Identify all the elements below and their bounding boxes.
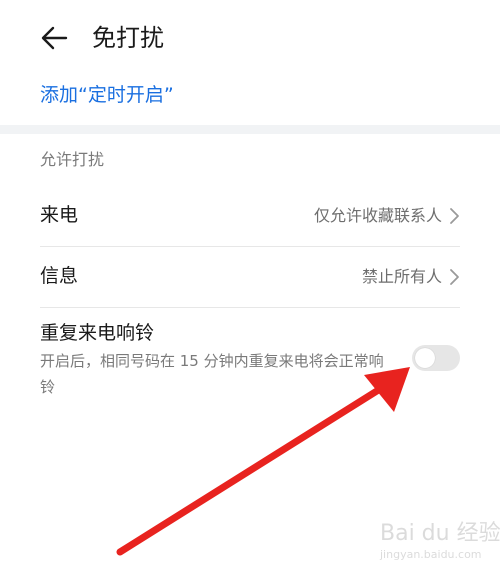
- chevron-right-icon: [450, 269, 459, 285]
- page-title: 免打扰: [92, 24, 164, 52]
- header: 免打扰: [0, 0, 500, 76]
- watermark-logo: Bai du 经验: [380, 521, 500, 546]
- row-divider: [40, 307, 460, 308]
- repeat-call-title: 重复来电响铃: [40, 322, 155, 344]
- section-label-allow-interruptions: 允许打扰: [40, 150, 105, 169]
- messages-label: 信息: [40, 265, 79, 287]
- messages-row[interactable]: 信息 禁止所有人: [40, 246, 460, 308]
- section-divider: [0, 125, 500, 134]
- watermark-url: jingyan.baidu.com: [380, 548, 482, 561]
- calls-row[interactable]: 来电 仅允许收藏联系人: [40, 185, 460, 247]
- messages-value: 禁止所有人: [361, 267, 442, 286]
- calls-value: 仅允许收藏联系人: [313, 206, 442, 225]
- calls-label: 来电: [40, 204, 79, 226]
- add-scheduled-on-link[interactable]: 添加“定时开启”: [40, 79, 174, 111]
- toggle-knob: [415, 348, 435, 368]
- back-button[interactable]: [36, 20, 72, 56]
- arrow-left-icon: [41, 26, 68, 50]
- baidu-watermark: Bai du 经验 jingyan.baidu.com: [380, 520, 500, 564]
- repeat-call-toggle[interactable]: [412, 345, 460, 371]
- chevron-right-icon: [450, 208, 459, 224]
- repeat-call-description: 开启后，相同号码在 15 分钟内重复来电将会正常响铃: [40, 352, 384, 396]
